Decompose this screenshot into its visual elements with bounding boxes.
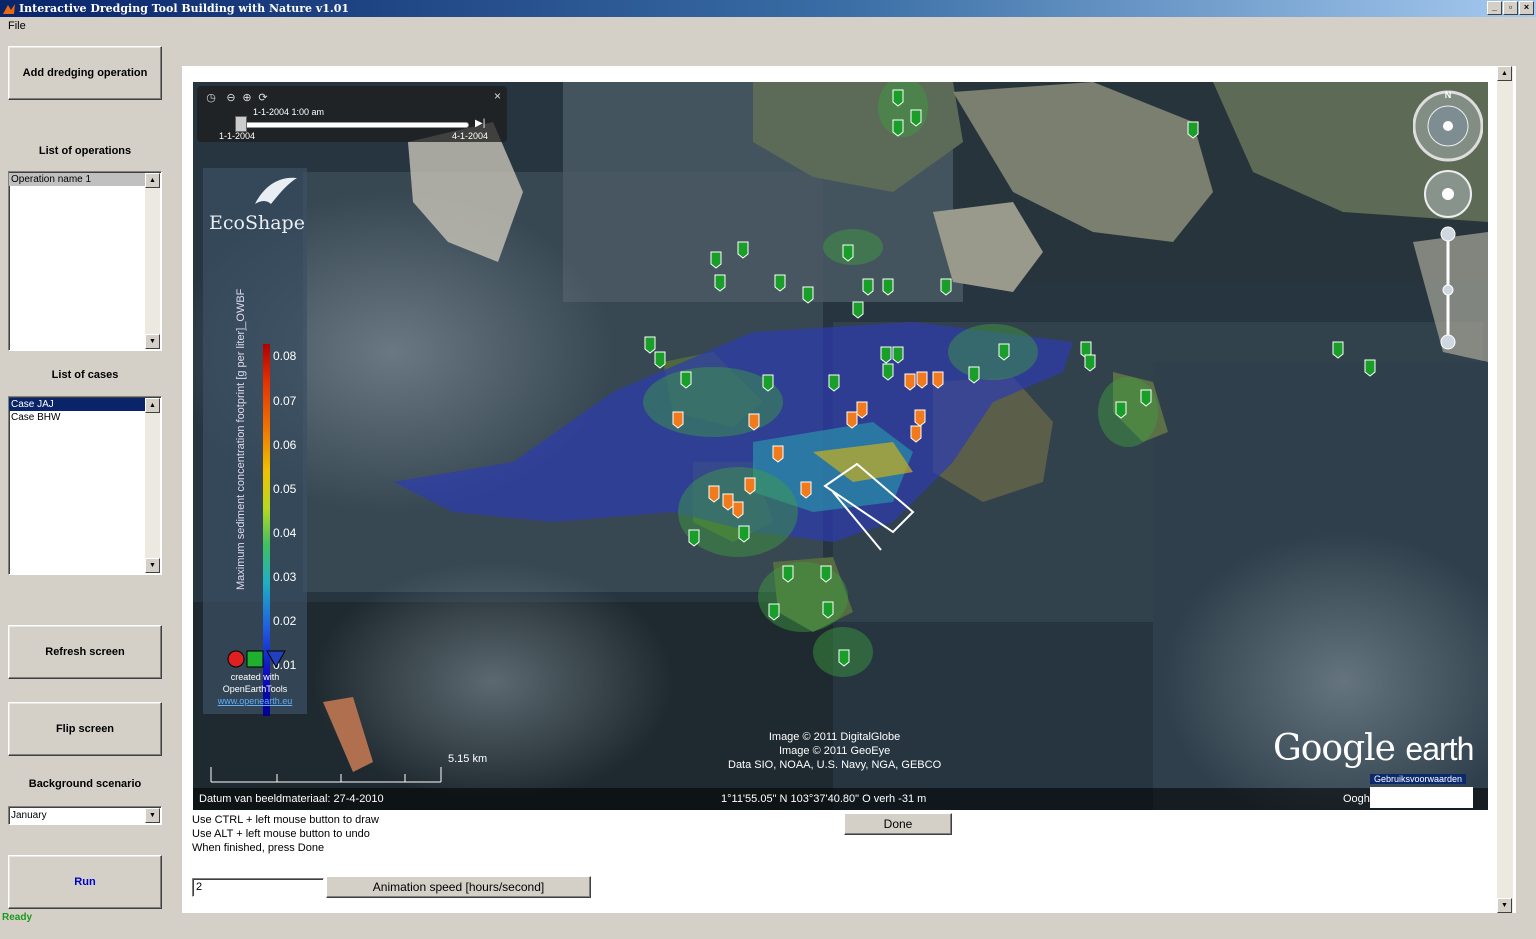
add-dredging-operation-button[interactable]: Add dredging operation — [8, 46, 162, 100]
compass-north-label: N — [1445, 90, 1452, 100]
time-slider-handle[interactable] — [235, 116, 247, 132]
colorbar-tick: 0.05 — [273, 482, 297, 496]
minimize-button[interactable]: _ — [1487, 1, 1502, 15]
window-title: Interactive Dredging Tool Building with … — [19, 2, 350, 15]
background-scenario-value: January — [11, 810, 47, 821]
tool-name: OpenEarthTools — [222, 684, 288, 694]
cases-list[interactable]: Case JAJ Case BHW ▲ ▼ — [8, 396, 162, 575]
map-status-bar: Datum van beeldmateriaal: 27-4-2010 1°11… — [193, 788, 1488, 810]
zoom-slider[interactable] — [1440, 226, 1456, 350]
scale-label: 5.15 km — [448, 753, 488, 765]
clock-icon[interactable]: ◷ — [205, 92, 217, 104]
play-icon[interactable]: ▶| — [475, 118, 485, 129]
credit-line: Data SIO, NOAA, U.S. Navy, NGA, GEBCO — [728, 759, 942, 771]
status-text: Ready — [2, 912, 33, 923]
scroll-up-icon[interactable]: ▲ — [145, 173, 160, 188]
credit-line: Image © 2011 GeoEye — [778, 745, 891, 757]
animation-speed-button[interactable]: Animation speed [hours/second] — [326, 876, 591, 898]
scroll-down-icon[interactable]: ▼ — [145, 334, 160, 349]
time-slider[interactable]: ◷ ⊖ ⊕ ⟳ × 1-1-2004 1:00 am ▶| 1-1-2004 4… — [197, 86, 507, 142]
imagery-credits: Image © 2011 DigitalGlobe Image © 2011 G… — [728, 730, 941, 772]
title-bar: Interactive Dredging Tool Building with … — [0, 0, 1536, 17]
legend-panel: EcoShape Maximum sediment concentration … — [203, 168, 307, 716]
colorbar-tick: 0.08 — [273, 349, 297, 363]
colorbar-tick: 0.06 — [273, 438, 297, 452]
pan-icon[interactable] — [1424, 170, 1472, 218]
legend-title: Maximum sediment concentration footprint… — [235, 288, 247, 590]
colorbar-tick: 0.07 — [273, 394, 297, 408]
close-button[interactable]: × — [1519, 1, 1534, 15]
instruction-line: Use ALT + left mouse button to undo — [192, 828, 370, 840]
start-date: 1-1-2004 — [219, 131, 256, 141]
menu-bar: File — [0, 17, 1536, 35]
navigation-controls[interactable]: N — [1413, 90, 1483, 350]
flip-screen-button[interactable]: Flip screen — [8, 702, 162, 756]
time-track[interactable] — [237, 122, 469, 128]
satellite-imagery — [193, 82, 1488, 810]
ecoshape-bird-icon — [255, 177, 297, 204]
done-button[interactable]: Done — [844, 813, 952, 835]
colorbar-tick: 0.03 — [273, 570, 297, 584]
created-with-text: created with OpenEarthTools — [203, 671, 307, 695]
zoom-in-icon[interactable]: ⊕ — [241, 92, 253, 104]
instruction-line: Use CTRL + left mouse button to draw — [192, 814, 379, 826]
compass-icon[interactable]: N — [1413, 90, 1483, 162]
menu-file[interactable]: File — [6, 20, 28, 32]
created-with-label: created with — [230, 672, 280, 682]
terms-link[interactable]: Gebruiksvoorwaarden — [1370, 774, 1467, 784]
scroll-up-icon[interactable]: ▲ — [1497, 66, 1512, 81]
earth-logo-text: earth — [1405, 731, 1474, 767]
scroll-up-icon[interactable]: ▲ — [145, 398, 160, 413]
list-item[interactable]: Operation name 1 — [9, 173, 145, 186]
google-logo-text: Google — [1273, 728, 1396, 769]
settings-icon[interactable]: ⟳ — [257, 92, 269, 104]
ecoshape-logo: EcoShape — [209, 212, 305, 234]
restore-button[interactable]: ▫ — [1503, 1, 1518, 15]
background-scenario-select[interactable]: January ▼ — [8, 806, 162, 825]
colorbar-tick: 0.02 — [273, 614, 297, 628]
background-scenario-label: Background scenario — [28, 778, 142, 790]
cases-label: List of cases — [51, 369, 119, 381]
refresh-screen-button[interactable]: Refresh screen — [8, 625, 162, 679]
coordinates-readout: 1°11'55.05" N 103°37'40.80" O verh -31 m — [721, 793, 927, 805]
cases-scrollbar[interactable]: ▲ ▼ — [145, 398, 160, 573]
zoom-out-icon[interactable]: ⊖ — [225, 92, 237, 104]
operations-list[interactable]: Operation name 1 ▲ ▼ — [8, 171, 162, 351]
close-icon[interactable]: × — [494, 89, 501, 103]
google-earth-map[interactable]: ◷ ⊖ ⊕ ⟳ × 1-1-2004 1:00 am ▶| 1-1-2004 4… — [193, 82, 1488, 810]
main-scrollbar[interactable]: ▲ ▼ — [1497, 66, 1513, 913]
matlab-icon — [3, 3, 15, 14]
drawing-instructions: Use CTRL + left mouse button to draw Use… — [192, 813, 379, 855]
animation-speed-input[interactable]: 2 — [192, 878, 324, 897]
scroll-down-icon[interactable]: ▼ — [1497, 898, 1512, 913]
chevron-down-icon[interactable]: ▼ — [145, 808, 160, 823]
scroll-down-icon[interactable]: ▼ — [145, 558, 160, 573]
instruction-line: When finished, press Done — [192, 842, 325, 854]
list-item[interactable]: Case JAJ — [9, 398, 145, 411]
openearth-link[interactable]: www.openearth.eu — [203, 696, 307, 706]
operations-label: List of operations — [38, 145, 132, 157]
end-date: 4-1-2004 — [452, 131, 489, 141]
current-time: 1-1-2004 1:00 am — [253, 107, 325, 117]
colorbar-tick: 0.04 — [273, 526, 297, 540]
openearthtools-logo-icon — [227, 650, 286, 669]
run-button[interactable]: Run — [8, 855, 162, 909]
operations-scrollbar[interactable]: ▲ ▼ — [145, 173, 160, 349]
altitude-box — [1370, 787, 1473, 808]
eye-altitude-label: Oogh — [1343, 793, 1370, 805]
list-item[interactable]: Case BHW — [9, 411, 145, 424]
google-earth-logo: Google earth — [1273, 728, 1474, 769]
imagery-date: Datum van beeldmateriaal: 27-4-2010 — [199, 793, 384, 805]
credit-line: Image © 2011 DigitalGlobe — [768, 731, 901, 743]
